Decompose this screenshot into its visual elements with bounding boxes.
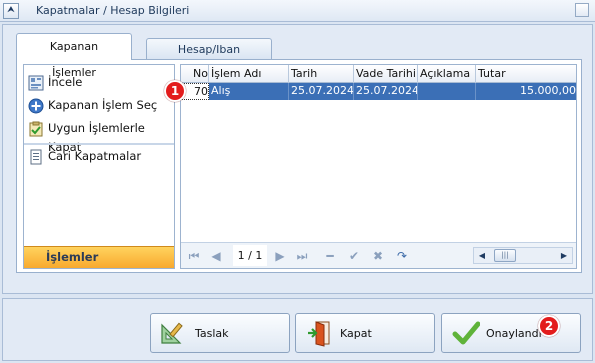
column-header-islem-adi[interactable]: İşlem Adı — [209, 65, 289, 83]
delete-record-icon[interactable]: ━ — [321, 248, 339, 264]
onaylandi-label: Onaylandı — [486, 327, 542, 340]
operations-footer[interactable]: İşlemler — [24, 246, 174, 268]
tab-kapanan-islemler[interactable]: Kapanan İşlemler — [16, 33, 132, 79]
cell-tutar[interactable]: 15.000,00 — [476, 83, 576, 100]
action-panel: Taslak Kapat Onaylandı 2 — [2, 298, 593, 361]
cell-islem-adi[interactable]: Alış — [209, 83, 289, 100]
transactions-grid[interactable]: No İşlem Adı Tarih Vade Tarihi Açıklama … — [180, 64, 577, 269]
tab-content: İncele Kapanan İşlem Seç Uygun İşlemlerl… — [16, 59, 582, 273]
column-header-tarih[interactable]: Tarih — [289, 65, 354, 83]
window-title: Kapatmalar / Hesap Bilgileri — [36, 4, 190, 17]
cell-aciklama[interactable] — [418, 83, 476, 100]
main-panel: Kapanan İşlemler Hesap/Iban Bilgileri İn… — [2, 24, 593, 294]
scroll-right-icon[interactable]: ▶ — [557, 248, 571, 263]
onaylandi-button[interactable]: Onaylandı — [441, 313, 581, 353]
document-icon — [30, 149, 42, 165]
side-item-uygun-islemlerle-kapat[interactable]: Uygun İşlemlerle Kapat — [26, 119, 172, 154]
grid-header: No İşlem Adı Tarih Vade Tarihi Açıklama … — [181, 65, 576, 83]
operations-panel: İncele Kapanan İşlem Seç Uygun İşlemlerl… — [23, 64, 175, 269]
next-record-icon[interactable]: ▶ — [271, 248, 289, 264]
column-header-aciklama[interactable]: Açıklama — [418, 65, 476, 83]
grid-navigator: ⏮ ◀ 1 / 1 ▶ ⏭ ━ ✔ ✖ ↷ ◀ ||| ▶ — [181, 242, 576, 268]
column-header-vade-tarihi[interactable]: Vade Tarihi — [354, 65, 418, 83]
side-item-kapanan-islem-sec[interactable]: Kapanan İşlem Seç — [26, 96, 172, 116]
kapat-button[interactable]: Kapat — [295, 313, 435, 353]
cell-tarih[interactable]: 25.07.2024 — [289, 83, 354, 100]
cancel-icon[interactable]: ✖ — [369, 248, 387, 264]
confirm-icon[interactable]: ✔ — [345, 248, 363, 264]
previous-record-icon[interactable]: ◀ — [207, 248, 225, 264]
callout-marker-1: 1 — [164, 80, 186, 102]
taslak-button[interactable]: Taslak — [150, 313, 290, 353]
table-row[interactable]: 70 Alış 25.07.2024 25.07.2024 15.000,00 — [181, 83, 576, 100]
side-item-cari-kapatmalar[interactable]: Cari Kapatmalar — [26, 147, 172, 167]
callout-marker-2: 2 — [538, 315, 560, 337]
refresh-icon[interactable]: ↷ — [393, 248, 411, 264]
window-titlebar: ⮝ Kapatmalar / Hesap Bilgileri — [0, 0, 595, 22]
scroll-left-icon[interactable]: ◀ — [475, 248, 489, 263]
column-header-no[interactable]: No — [181, 65, 209, 83]
add-circle-icon — [28, 98, 44, 114]
title-restore-button[interactable] — [575, 3, 589, 17]
side-divider — [24, 143, 174, 145]
side-item-label: Kapanan İşlem Seç — [48, 98, 158, 112]
horizontal-scrollbar[interactable]: ◀ ||| ▶ — [473, 247, 573, 264]
first-record-icon[interactable]: ⏮ — [185, 248, 203, 264]
inspect-icon — [28, 75, 44, 91]
clipboard-check-icon — [29, 121, 43, 137]
last-record-icon[interactable]: ⏭ — [293, 248, 311, 264]
column-header-tutar[interactable]: Tutar — [476, 65, 576, 83]
collapse-icon: ⮝ — [7, 5, 15, 15]
exit-door-icon — [308, 321, 330, 347]
side-item-label: Cari Kapatmalar — [48, 149, 142, 163]
side-item-incele[interactable]: İncele — [26, 73, 172, 93]
pager-text: 1 / 1 — [233, 245, 267, 266]
checkmark-icon — [452, 321, 480, 345]
collapse-button[interactable]: ⮝ — [3, 3, 19, 19]
cell-vade-tarihi[interactable]: 25.07.2024 — [354, 83, 418, 100]
kapat-label: Kapat — [340, 327, 372, 340]
scroll-thumb[interactable]: ||| — [494, 249, 516, 262]
draft-ruler-icon — [161, 322, 183, 344]
taslak-label: Taslak — [195, 327, 229, 340]
